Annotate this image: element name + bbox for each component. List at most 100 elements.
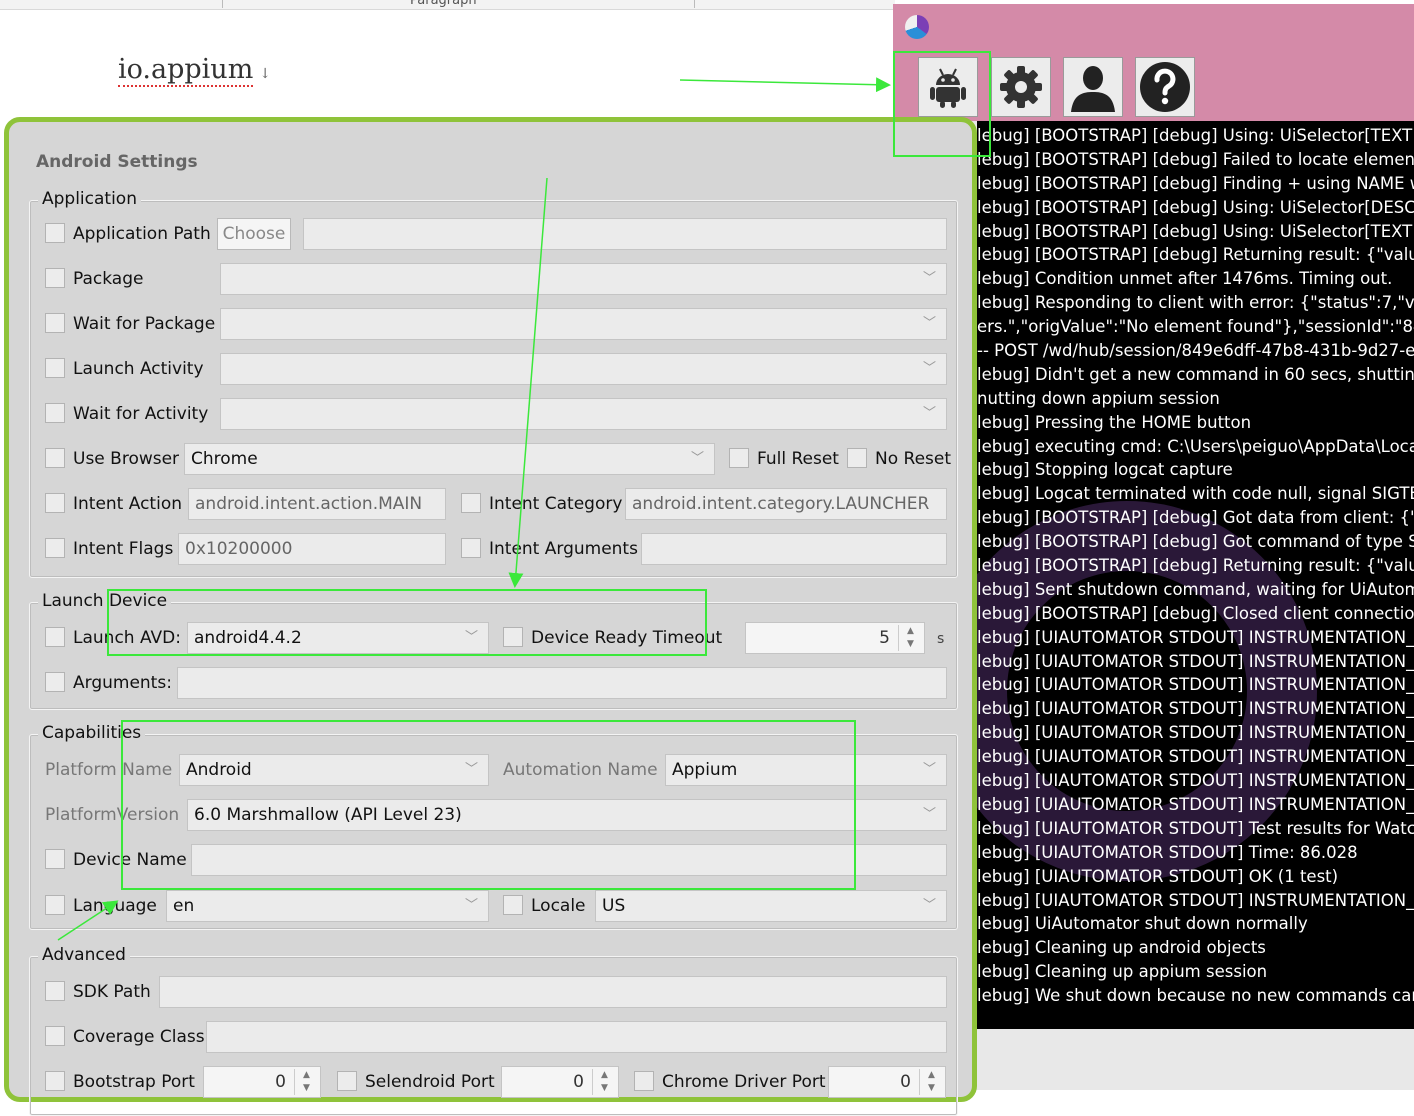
- arguments-input[interactable]: [177, 667, 947, 699]
- selendroid-port-stepper[interactable]: 0 ▲ ▼: [501, 1066, 619, 1098]
- chevron-down-icon: ﹀: [922, 807, 936, 822]
- log-line: lebug] [BOOTSTRAP] [debug] Got command o…: [977, 532, 1414, 552]
- device-name-label: Device Name: [73, 850, 187, 870]
- selendroid-port-label: Selendroid Port: [365, 1072, 495, 1092]
- timeout-unit: s: [937, 631, 945, 647]
- wait-for-activity-select[interactable]: ﹀: [220, 398, 947, 430]
- launch-activity-label: Launch Activity: [73, 359, 204, 379]
- document-text[interactable]: io.appium ↓: [118, 54, 271, 87]
- intent-flags-input[interactable]: 0x10200000: [178, 533, 446, 565]
- help-button[interactable]: [1135, 57, 1195, 117]
- chevron-down-icon: ﹀: [464, 898, 478, 913]
- log-line: lebug] Sent shutdown command, waiting fo…: [977, 579, 1414, 599]
- log-line: lebug] [BOOTSTRAP] [debug] Got data from…: [977, 508, 1414, 528]
- chrome-driver-port-stepper[interactable]: 0 ▲ ▼: [828, 1066, 946, 1098]
- stepper-arrows-icon[interactable]: ▲ ▼: [919, 1069, 943, 1095]
- arguments-label: Arguments:: [73, 673, 172, 693]
- chrome-driver-port-value: 0: [900, 1072, 911, 1092]
- platform-name-select[interactable]: Android ﹀: [179, 754, 489, 786]
- intent-arguments-checkbox[interactable]: [461, 538, 481, 558]
- stepper-arrows-icon[interactable]: ▲ ▼: [294, 1069, 318, 1095]
- intent-category-checkbox[interactable]: [461, 493, 481, 513]
- language-label: Language: [73, 896, 157, 916]
- log-console[interactable]: lebug] [BOOTSTRAP] [debug] Using: UiSele…: [977, 121, 1414, 1029]
- wait-for-activity-checkbox[interactable]: [45, 403, 65, 423]
- intent-flags-checkbox[interactable]: [45, 538, 65, 558]
- stepper-arrows-icon[interactable]: ▲ ▼: [898, 625, 922, 651]
- launch-avd-checkbox[interactable]: [45, 627, 65, 647]
- sdk-path-checkbox[interactable]: [45, 981, 65, 1001]
- device-name-checkbox[interactable]: [45, 849, 65, 869]
- platform-version-value: 6.0 Marshmallow (API Level 23): [194, 805, 462, 825]
- arguments-checkbox[interactable]: [45, 672, 65, 692]
- intent-category-input[interactable]: android.intent.category.LAUNCHER: [625, 488, 947, 520]
- package-checkbox[interactable]: [45, 268, 65, 288]
- application-path-label: Application Path: [73, 224, 211, 244]
- choose-button[interactable]: Choose: [217, 218, 291, 250]
- log-line: ers.","origValue":"No element found"},"s…: [977, 317, 1414, 337]
- automation-name-select[interactable]: Appium ﹀: [665, 754, 947, 786]
- bootstrap-port-checkbox[interactable]: [45, 1071, 65, 1091]
- stepper-arrows-icon[interactable]: ▲ ▼: [592, 1069, 616, 1095]
- application-path-input[interactable]: [303, 218, 947, 250]
- log-line: lebug] [UIAUTOMATOR STDOUT] Time: 86.028: [977, 842, 1358, 862]
- platform-version-select[interactable]: 6.0 Marshmallow (API Level 23) ﹀: [187, 799, 947, 831]
- group-title: Application: [38, 189, 141, 209]
- log-line: lebug] Stopping logcat capture: [977, 460, 1233, 480]
- log-line: lebug] [BOOTSTRAP] [debug] Failed to loc…: [977, 149, 1414, 169]
- log-line: lebug] [BOOTSTRAP] [debug] Closed client…: [977, 603, 1414, 623]
- avd-select[interactable]: android4.4.2 ﹀: [187, 622, 489, 654]
- launch-device-group: Launch Device Launch AVD: android4.4.2 ﹀ …: [29, 591, 958, 710]
- gear-icon: [1000, 66, 1042, 108]
- use-browser-label: Use Browser: [73, 449, 180, 469]
- chevron-down-icon: ﹀: [922, 762, 936, 777]
- package-select[interactable]: ﹀: [220, 263, 947, 295]
- selendroid-port-checkbox[interactable]: [337, 1071, 357, 1091]
- chevron-down-icon: ﹀: [922, 406, 936, 421]
- coverage-class-input[interactable]: [206, 1021, 947, 1053]
- launch-activity-select[interactable]: ﹀: [220, 353, 947, 385]
- chrome-driver-port-checkbox[interactable]: [634, 1071, 654, 1091]
- full-reset-label: Full Reset: [757, 449, 839, 469]
- intent-arguments-input[interactable]: [641, 533, 947, 565]
- no-reset-checkbox[interactable]: [847, 448, 867, 468]
- android-settings-button[interactable]: [918, 57, 978, 117]
- general-settings-button[interactable]: [991, 57, 1051, 117]
- language-select[interactable]: en ﹀: [166, 890, 489, 922]
- device-ready-timeout-checkbox[interactable]: [503, 627, 523, 647]
- locale-checkbox[interactable]: [503, 895, 523, 915]
- browser-select[interactable]: Chrome ﹀: [184, 443, 715, 475]
- log-line: lebug] We shut down because no new comma…: [977, 986, 1414, 1006]
- wait-for-package-select[interactable]: ﹀: [220, 308, 947, 340]
- device-ready-timeout-label: Device Ready Timeout: [531, 628, 723, 648]
- language-checkbox[interactable]: [45, 895, 65, 915]
- package-label: Package: [73, 269, 144, 289]
- application-path-checkbox[interactable]: [45, 223, 65, 243]
- document-word[interactable]: io.appium: [118, 54, 254, 87]
- use-browser-checkbox[interactable]: [45, 448, 65, 468]
- log-line: lebug] Cleaning up android objects: [977, 938, 1266, 958]
- platform-name-value: Android: [186, 760, 252, 780]
- chevron-down-icon: ﹀: [690, 451, 704, 466]
- wait-for-package-label: Wait for Package: [73, 314, 216, 334]
- automation-name-label: Automation Name: [503, 760, 658, 780]
- locale-select[interactable]: US ﹀: [595, 890, 947, 922]
- group-title: Advanced: [38, 945, 130, 965]
- developer-settings-button[interactable]: [1063, 57, 1123, 117]
- intent-flags-label: Intent Flags: [73, 539, 174, 559]
- coverage-class-checkbox[interactable]: [45, 1026, 65, 1046]
- intent-action-input[interactable]: android.intent.action.MAIN: [188, 488, 446, 520]
- log-line: lebug] Logcat terminated with code null,…: [977, 484, 1414, 504]
- intent-action-checkbox[interactable]: [45, 493, 65, 513]
- log-line: lebug] [UIAUTOMATOR STDOUT] INSTRUMENTAT…: [977, 747, 1414, 767]
- device-name-input[interactable]: [191, 844, 947, 876]
- wait-for-package-checkbox[interactable]: [45, 313, 65, 333]
- avd-value: android4.4.2: [194, 628, 302, 648]
- chevron-down-icon: ﹀: [464, 762, 478, 777]
- device-ready-timeout-stepper[interactable]: 5 ▲ ▼: [745, 622, 925, 654]
- log-line: lebug] [BOOTSTRAP] [debug] Finding + usi…: [977, 173, 1414, 193]
- sdk-path-input[interactable]: [159, 976, 947, 1008]
- launch-activity-checkbox[interactable]: [45, 358, 65, 378]
- full-reset-checkbox[interactable]: [729, 448, 749, 468]
- bootstrap-port-stepper[interactable]: 0 ▲ ▼: [203, 1066, 321, 1098]
